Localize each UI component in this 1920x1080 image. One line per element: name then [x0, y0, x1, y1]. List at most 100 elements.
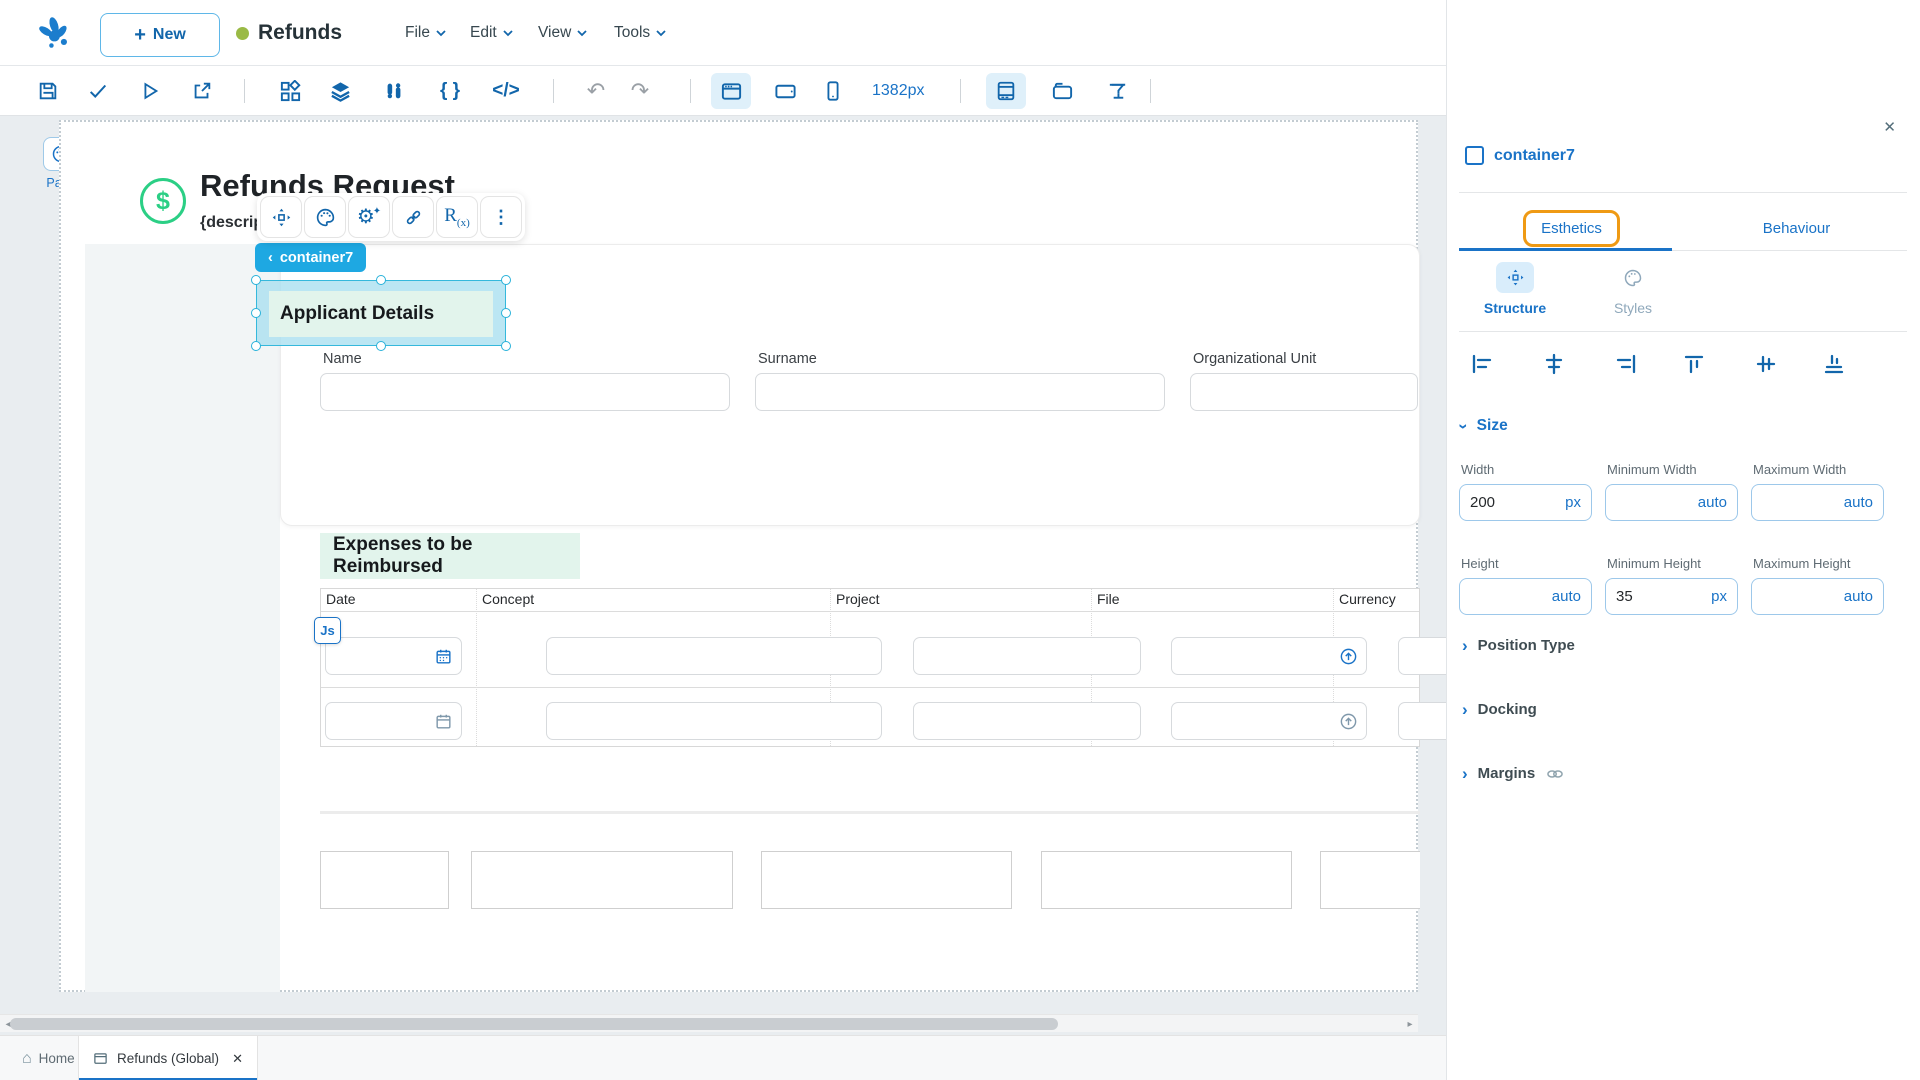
tab-home[interactable]: ⌂ Home	[12, 1036, 85, 1080]
layout-panel-button[interactable]	[986, 73, 1026, 109]
js-event-badge[interactable]: Js	[314, 617, 341, 644]
orgunit-input[interactable]	[1190, 373, 1418, 411]
applicant-details-title[interactable]: Applicant Details	[269, 291, 493, 337]
align-middle-vertical-button[interactable]	[1749, 347, 1783, 381]
upload-icon[interactable]	[1339, 712, 1358, 731]
min-width-input[interactable]	[1605, 484, 1738, 521]
footer-cell[interactable]	[471, 851, 733, 909]
subtab-styles[interactable]: Styles	[1573, 262, 1693, 316]
scroll-right-arrow[interactable]: ▸	[1402, 1015, 1418, 1033]
redo-button[interactable]: ↷	[620, 66, 660, 116]
concept-input-row1[interactable]	[546, 637, 882, 675]
calendar-icon[interactable]	[434, 647, 453, 666]
min-height-input-field[interactable]	[1606, 579, 1737, 614]
max-height-input-field[interactable]	[1752, 579, 1883, 614]
align-right-button[interactable]	[1609, 347, 1643, 381]
move-widget-button[interactable]	[260, 196, 302, 238]
selection-breadcrumb-chip[interactable]: ‹ container7	[255, 243, 366, 272]
layers-button[interactable]	[320, 66, 360, 116]
resize-handle-e[interactable]	[501, 308, 511, 318]
resize-handle-w[interactable]	[251, 308, 261, 318]
height-input-field[interactable]	[1460, 579, 1591, 614]
variables-button[interactable]: { }	[430, 66, 470, 116]
more-options-button[interactable]: ⋮	[480, 196, 522, 238]
min-height-input[interactable]: px	[1605, 578, 1738, 615]
docking-section[interactable]: › Docking	[1462, 701, 1537, 718]
tab-esthetics[interactable]: Esthetics	[1459, 206, 1684, 250]
max-width-input-field[interactable]	[1752, 485, 1883, 520]
horizontal-scrollbar[interactable]: ◂ ▸	[0, 1014, 1418, 1032]
footer-cell[interactable]	[1041, 851, 1292, 909]
footer-cell[interactable]	[1320, 851, 1420, 909]
calendar-icon[interactable]	[434, 712, 453, 731]
max-width-input[interactable]	[1751, 484, 1884, 521]
height-input[interactable]	[1459, 578, 1592, 615]
filter-control-button[interactable]	[1097, 66, 1137, 116]
scrollbar-thumb[interactable]	[10, 1018, 1058, 1030]
menu-file[interactable]: File	[405, 0, 446, 66]
element-checkbox[interactable]	[1465, 146, 1484, 165]
close-tab-icon[interactable]: ✕	[232, 1051, 243, 1067]
menu-edit[interactable]: Edit	[470, 0, 513, 66]
expenses-section-title[interactable]: Expenses to be Reimbursed	[320, 533, 580, 579]
date-input-row2[interactable]	[325, 702, 462, 740]
save-button[interactable]	[28, 66, 68, 116]
width-input[interactable]: px	[1459, 484, 1592, 521]
menu-tools[interactable]: Tools	[614, 0, 666, 66]
app-logo-icon[interactable]	[36, 14, 74, 52]
rules-widget-button[interactable]: R(x)	[436, 196, 478, 238]
new-button[interactable]: + New	[100, 13, 220, 57]
resize-handle-se[interactable]	[501, 341, 511, 351]
footer-cell[interactable]	[320, 851, 449, 909]
expenses-grid[interactable]: Date Concept Project File Currency	[320, 588, 1420, 747]
file-input-row1[interactable]	[1171, 637, 1367, 675]
resize-handle-ne[interactable]	[501, 275, 511, 285]
resize-handle-nw[interactable]	[251, 275, 261, 285]
subtab-structure[interactable]: Structure	[1455, 262, 1575, 316]
components-button[interactable]	[270, 66, 310, 116]
upload-icon[interactable]	[1339, 647, 1358, 666]
date-input-row1[interactable]	[325, 637, 462, 675]
run-button[interactable]	[130, 66, 170, 116]
resize-handle-n[interactable]	[376, 275, 386, 285]
align-left-button[interactable]	[1465, 347, 1499, 381]
concept-input-row2[interactable]	[546, 702, 882, 740]
tab-control-button[interactable]	[1042, 66, 1082, 116]
project-input-row1[interactable]	[913, 637, 1141, 675]
min-width-input-field[interactable]	[1606, 485, 1737, 520]
margins-section[interactable]: › Margins	[1462, 765, 1565, 782]
undo-button[interactable]: ↶	[576, 66, 616, 116]
project-input-row2[interactable]	[913, 702, 1141, 740]
phone-viewport-button[interactable]	[813, 66, 853, 116]
tablet-viewport-button[interactable]	[765, 66, 805, 116]
flow-button[interactable]	[374, 66, 414, 116]
size-section-header[interactable]: › Size	[1461, 417, 1508, 435]
tab-refunds-global[interactable]: Refunds (Global) ✕	[78, 1036, 258, 1080]
name-input[interactable]	[320, 373, 730, 411]
resize-handle-sw[interactable]	[251, 341, 261, 351]
position-type-section[interactable]: › Position Type	[1462, 637, 1575, 654]
validate-button[interactable]	[78, 66, 118, 116]
currency-input-row1[interactable]	[1398, 637, 1446, 675]
link-margins-icon[interactable]	[1545, 767, 1565, 781]
menu-view[interactable]: View	[538, 0, 587, 66]
tab-behaviour[interactable]: Behaviour	[1684, 206, 1909, 250]
desktop-viewport-button[interactable]	[711, 73, 751, 109]
surname-input[interactable]	[755, 373, 1165, 411]
selected-container7[interactable]: Applicant Details	[256, 280, 506, 346]
properties-widget-button[interactable]: ⚙ ✦	[348, 196, 390, 238]
source-code-button[interactable]: </>	[486, 66, 526, 116]
file-input-row2[interactable]	[1171, 702, 1367, 740]
style-widget-button[interactable]	[304, 196, 346, 238]
resize-handle-s[interactable]	[376, 341, 386, 351]
align-top-button[interactable]	[1677, 347, 1711, 381]
currency-input-row2[interactable]	[1398, 702, 1446, 740]
align-bottom-button[interactable]	[1817, 347, 1851, 381]
max-height-input[interactable]	[1751, 578, 1884, 615]
close-panel-icon[interactable]: ✕	[1883, 118, 1896, 136]
link-widget-button[interactable]	[392, 196, 434, 238]
footer-cell[interactable]	[761, 851, 1012, 909]
export-button[interactable]	[182, 66, 222, 116]
align-center-horizontal-button[interactable]	[1537, 347, 1571, 381]
width-input-field[interactable]	[1460, 485, 1591, 520]
